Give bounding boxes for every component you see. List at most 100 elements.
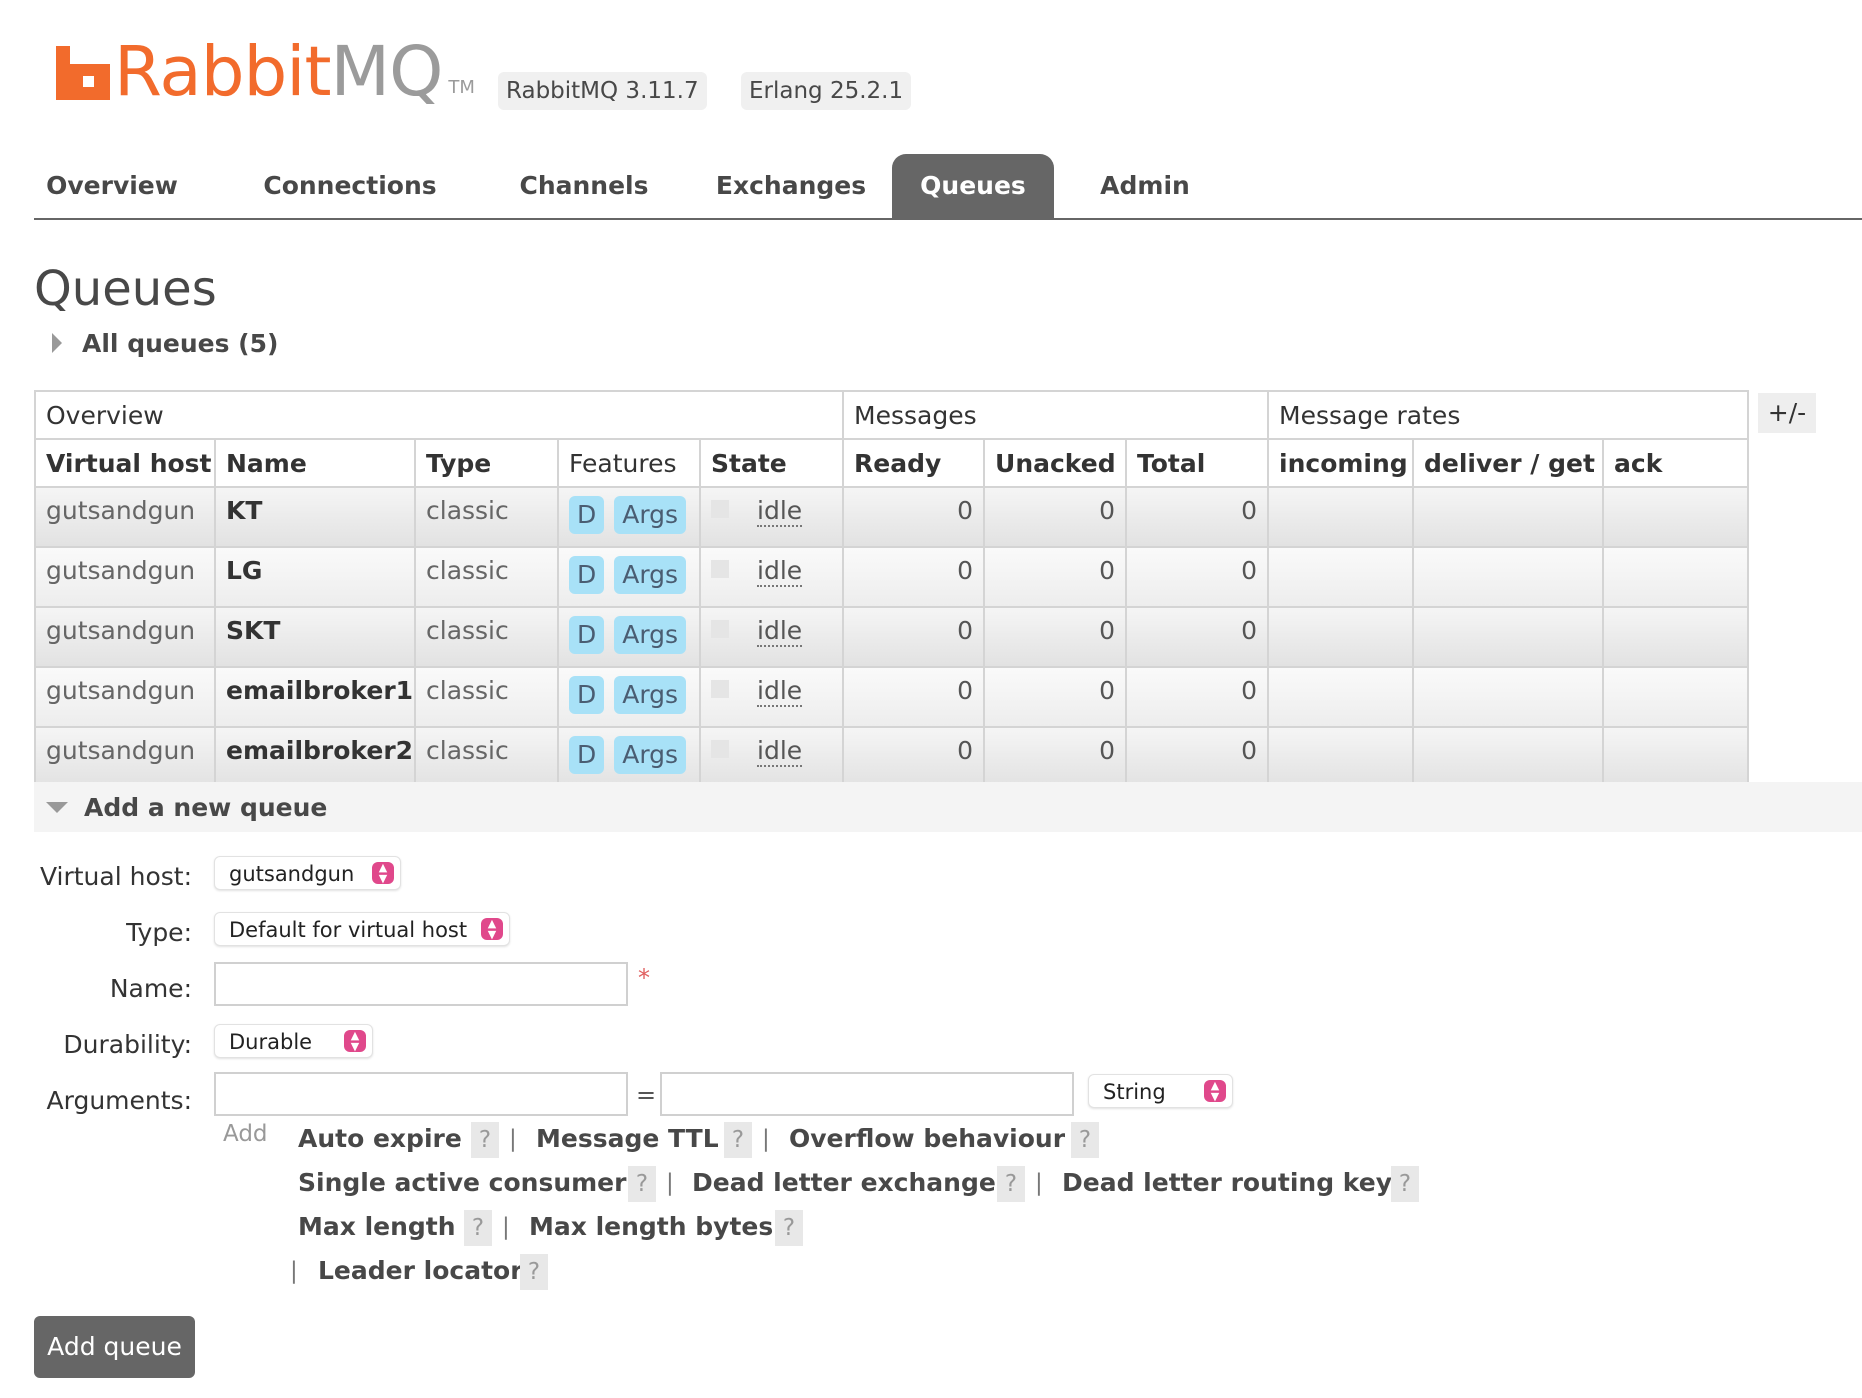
state-cell: idle — [698, 546, 845, 608]
args-badge: Args — [614, 676, 687, 714]
unacked-cell: 0 — [983, 666, 1128, 728]
virtual-host-select-value: gutsandgun — [229, 862, 355, 886]
total-cell: 0 — [1125, 606, 1270, 668]
col-header-ack[interactable]: ack — [1602, 438, 1750, 488]
arg-link-dead-letter-routing-key[interactable]: Dead letter routing key — [1062, 1168, 1392, 1197]
help-icon[interactable]: ? — [471, 1122, 499, 1158]
help-icon[interactable]: ? — [1391, 1166, 1419, 1202]
col-header-virtual-host[interactable]: Virtual host — [34, 438, 216, 488]
unacked-cell: 0 — [983, 606, 1128, 668]
rabbitmq-version-badge: RabbitMQ 3.11.7 — [498, 72, 707, 110]
help-icon[interactable]: ? — [775, 1210, 803, 1246]
page-title: Queues — [34, 261, 217, 317]
queue-name-link[interactable]: emailbroker2 — [214, 726, 416, 788]
table-row: gutsandgun emailbroker2 classic D Args i… — [34, 726, 1750, 788]
queue-type-select[interactable]: Default for virtual host ▲ ▼ — [214, 912, 510, 946]
type-cell: classic — [414, 486, 559, 548]
separator: | — [1035, 1170, 1043, 1196]
group-header-messages: Messages — [842, 390, 1270, 440]
vhost-cell: gutsandgun — [34, 606, 216, 668]
main-nav-tabs: Overview Connections Channels Exchanges … — [34, 154, 1862, 220]
required-marker: * — [638, 964, 650, 992]
args-badge: Args — [614, 496, 687, 534]
help-icon[interactable]: ? — [997, 1166, 1025, 1202]
select-arrows-icon: ▲ ▼ — [372, 862, 394, 884]
features-cell: D Args — [557, 546, 701, 608]
ack-cell — [1602, 546, 1750, 608]
queue-name-input[interactable] — [214, 962, 628, 1006]
vhost-cell: gutsandgun — [34, 486, 216, 548]
col-header-ready[interactable]: Ready — [842, 438, 986, 488]
total-cell: 0 — [1125, 546, 1270, 608]
help-icon[interactable]: ? — [724, 1122, 752, 1158]
queue-name-link[interactable]: KT — [214, 486, 416, 548]
unacked-cell: 0 — [983, 546, 1128, 608]
col-header-state[interactable]: State — [698, 438, 845, 488]
col-header-unacked[interactable]: Unacked — [983, 438, 1128, 488]
tab-queues[interactable]: Queues — [892, 154, 1054, 218]
tab-connections[interactable]: Connections — [256, 154, 444, 218]
state-text: idle — [757, 736, 803, 767]
col-header-deliver-get[interactable]: deliver / get — [1412, 438, 1605, 488]
arg-link-dead-letter-exchange[interactable]: Dead letter exchange — [692, 1168, 996, 1197]
features-cell: D Args — [557, 486, 701, 548]
ack-cell — [1602, 666, 1750, 728]
virtual-host-select[interactable]: gutsandgun ▲ ▼ — [214, 856, 401, 890]
add-queue-section-toggle[interactable]: Add a new queue — [34, 782, 1862, 832]
col-header-total[interactable]: Total — [1125, 438, 1270, 488]
ack-cell — [1602, 486, 1750, 548]
tab-overview[interactable]: Overview — [44, 154, 180, 218]
column-toggle-button[interactable]: +/- — [1758, 393, 1816, 433]
type-cell: classic — [414, 726, 559, 788]
state-indicator-icon — [711, 740, 729, 758]
col-header-incoming[interactable]: incoming — [1267, 438, 1415, 488]
rabbitmq-logo[interactable]: RabbitMQ TM — [56, 36, 475, 108]
help-icon[interactable]: ? — [1071, 1122, 1099, 1158]
durable-badge: D — [569, 556, 605, 594]
arg-link-message-ttl[interactable]: Message TTL — [536, 1124, 719, 1153]
durable-badge: D — [569, 676, 605, 714]
col-header-name[interactable]: Name — [214, 438, 416, 488]
total-cell: 0 — [1125, 726, 1270, 788]
queue-name-link[interactable]: SKT — [214, 606, 416, 668]
type-cell: classic — [414, 666, 559, 728]
arg-link-auto-expire[interactable]: Auto expire — [298, 1124, 462, 1153]
durability-select[interactable]: Durable ▲ ▼ — [214, 1024, 373, 1058]
rabbitmq-logo-icon — [56, 46, 110, 100]
arg-link-overflow-behaviour[interactable]: Overflow behaviour — [789, 1124, 1065, 1153]
deliver-get-cell — [1412, 666, 1605, 728]
tab-admin[interactable]: Admin — [1089, 154, 1201, 218]
durable-badge: D — [569, 616, 605, 654]
features-cell: D Args — [557, 606, 701, 668]
deliver-get-cell — [1412, 546, 1605, 608]
help-icon[interactable]: ? — [520, 1254, 548, 1290]
incoming-cell — [1267, 546, 1415, 608]
name-label: Name: — [109, 974, 192, 1003]
tab-exchanges[interactable]: Exchanges — [700, 154, 882, 218]
add-queue-button[interactable]: Add queue — [34, 1316, 195, 1378]
argument-value-input[interactable] — [660, 1072, 1074, 1116]
state-text: idle — [757, 616, 803, 647]
args-badge: Args — [614, 556, 687, 594]
queue-name-link[interactable]: LG — [214, 546, 416, 608]
table-row: gutsandgun SKT classic D Args idle 0 0 0 — [34, 606, 1750, 668]
unacked-cell: 0 — [983, 726, 1128, 788]
help-icon[interactable]: ? — [628, 1166, 656, 1202]
queue-name-link[interactable]: emailbroker1 — [214, 666, 416, 728]
argument-type-select[interactable]: String ▲ ▼ — [1088, 1074, 1233, 1108]
all-queues-toggle[interactable]: All queues (5) — [52, 325, 278, 361]
incoming-cell — [1267, 666, 1415, 728]
total-cell: 0 — [1125, 486, 1270, 548]
arg-link-max-length[interactable]: Max length — [298, 1212, 456, 1241]
incoming-cell — [1267, 606, 1415, 668]
total-cell: 0 — [1125, 666, 1270, 728]
separator: | — [290, 1258, 298, 1284]
argument-key-input[interactable] — [214, 1072, 628, 1116]
help-icon[interactable]: ? — [464, 1210, 492, 1246]
arg-link-max-length-bytes[interactable]: Max length bytes — [529, 1212, 773, 1241]
arg-link-single-active-consumer[interactable]: Single active consumer — [298, 1168, 626, 1197]
tab-channels[interactable]: Channels — [503, 154, 665, 218]
argument-type-select-value: String — [1103, 1080, 1166, 1104]
arg-link-leader-locator[interactable]: Leader locator — [318, 1256, 523, 1285]
col-header-type[interactable]: Type — [414, 438, 559, 488]
